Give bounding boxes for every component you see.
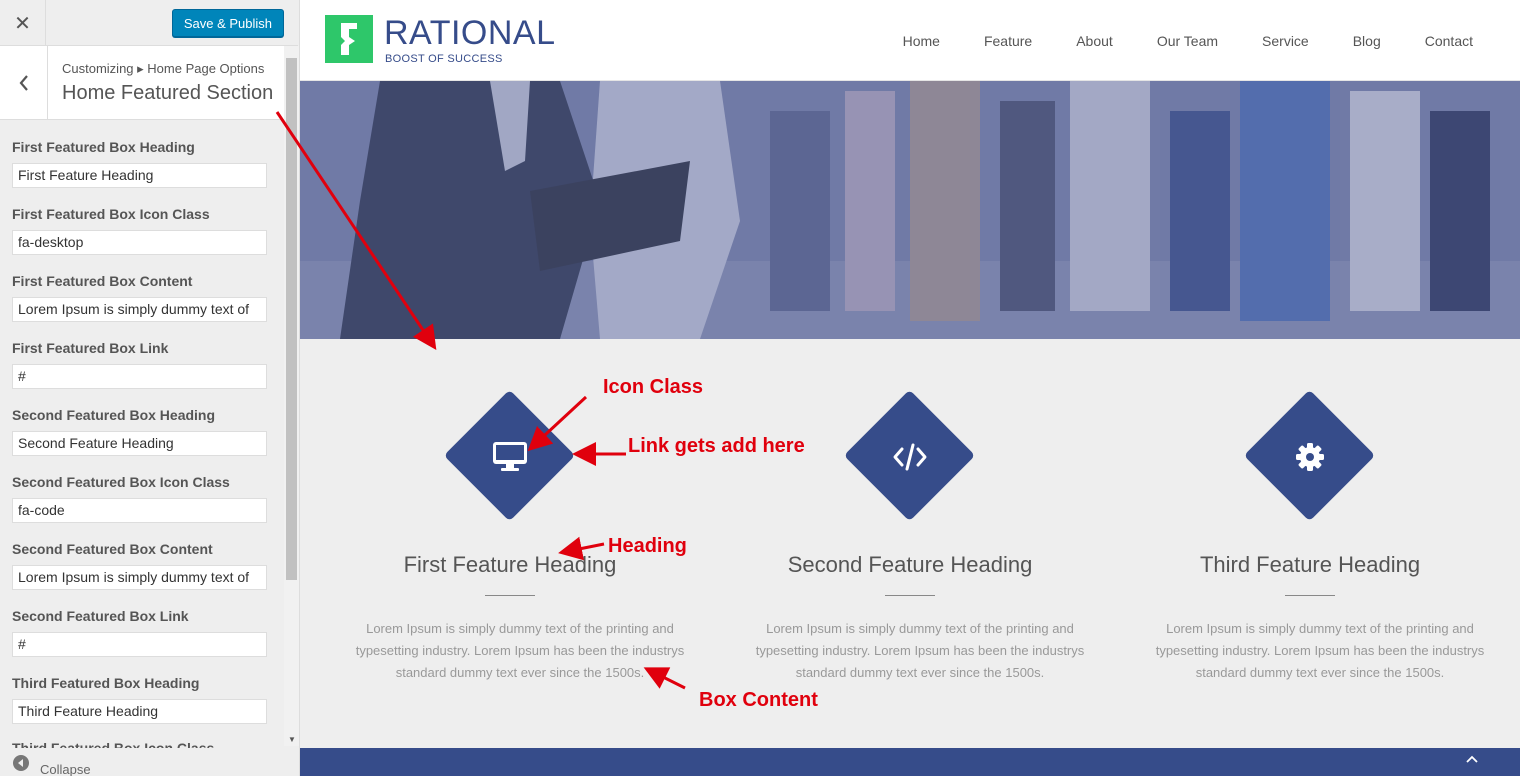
feature-divider	[1285, 595, 1335, 596]
second-link-input[interactable]: #	[12, 632, 267, 657]
control-second-link: Second Featured Box Link #	[12, 608, 268, 675]
first-heading-input[interactable]: First Feature Heading	[12, 163, 267, 188]
second-content-input[interactable]: Lorem Ipsum is simply dummy text of	[12, 565, 267, 590]
scroll-to-top-icon[interactable]	[1466, 754, 1478, 764]
scroll-down-arrow-icon[interactable]: ▼	[288, 735, 296, 744]
hero-overlay	[300, 81, 1520, 339]
customizer-sidebar: ✕ Save & Publish Customizing ▸ Home Page…	[0, 0, 300, 776]
site-header: RATIONAL BOOST OF SUCCESS Home Feature A…	[300, 0, 1520, 81]
logo-name[interactable]: RATIONAL	[384, 14, 556, 53]
annotation-icon-class: Icon Class	[603, 376, 704, 398]
gear-icon	[1296, 443, 1324, 471]
control-first-content: First Featured Box Content Lorem Ipsum i…	[12, 273, 268, 340]
collapse-arrow-icon	[13, 755, 29, 771]
control-label: First Featured Box Heading	[12, 139, 195, 155]
customizer-topbar: ✕ Save & Publish	[0, 0, 298, 46]
third-heading-input[interactable]: Third Feature Heading	[12, 699, 267, 724]
control-label: Second Featured Box Heading	[12, 407, 216, 423]
feature-icon-container	[1110, 437, 1510, 477]
nav-home[interactable]: Home	[903, 33, 940, 49]
back-button[interactable]	[0, 46, 48, 120]
sidebar-scrollbar[interactable]: ▼	[284, 46, 299, 746]
control-second-content: Second Featured Box Content Lorem Ipsum …	[12, 541, 268, 608]
chevron-left-icon	[19, 75, 28, 91]
hero-banner-image	[300, 81, 1520, 339]
control-first-link: First Featured Box Link #	[12, 340, 268, 407]
feature-heading: Second Feature Heading	[787, 552, 1033, 577]
save-publish-button[interactable]: Save & Publish	[171, 9, 284, 37]
control-second-icon-class: Second Featured Box Icon Class fa-code	[12, 474, 268, 541]
collapse-label: Collapse	[40, 762, 91, 776]
scrollbar-thumb[interactable]	[286, 58, 297, 580]
section-header: Customizing ▸ Home Page Options Home Fea…	[0, 46, 284, 120]
first-link-input[interactable]: #	[12, 364, 267, 389]
nav-blog[interactable]: Blog	[1353, 33, 1381, 49]
feature-content: Lorem Ipsum is simply dummy text of the …	[355, 621, 685, 680]
control-first-heading: First Featured Box Heading First Feature…	[12, 139, 268, 206]
feature-divider	[485, 595, 535, 596]
control-first-icon-class: First Featured Box Icon Class fa-desktop	[12, 206, 268, 273]
feature-content: Lorem Ipsum is simply dummy text of the …	[755, 621, 1085, 680]
close-customizer-button[interactable]: ✕	[0, 0, 46, 46]
annotation-link: Link gets add here	[628, 435, 805, 457]
footer-bar	[300, 748, 1520, 776]
feature-content: Lorem Ipsum is simply dummy text of the …	[1155, 621, 1485, 680]
control-label: First Featured Box Content	[12, 273, 193, 289]
nav-our-team[interactable]: Our Team	[1157, 33, 1218, 49]
first-content-input[interactable]: Lorem Ipsum is simply dummy text of	[12, 297, 267, 322]
desktop-icon	[493, 442, 527, 471]
nav-feature[interactable]: Feature	[984, 33, 1032, 49]
second-heading-input[interactable]: Second Feature Heading	[12, 431, 267, 456]
site-preview: RATIONAL BOOST OF SUCCESS Home Feature A…	[300, 0, 1520, 776]
annotation-heading: Heading	[608, 535, 687, 557]
control-label: Second Featured Box Icon Class	[12, 474, 230, 490]
collapse-button[interactable]: Collapse	[0, 748, 298, 776]
feature-heading: Third Feature Heading	[1199, 552, 1421, 577]
control-label: First Featured Box Icon Class	[12, 206, 210, 222]
control-list: First Featured Box Heading First Feature…	[12, 139, 268, 742]
nav-about[interactable]: About	[1076, 33, 1113, 49]
control-label: Third Featured Box Heading	[12, 675, 200, 691]
feature-divider	[885, 595, 935, 596]
code-icon	[893, 443, 927, 471]
control-second-heading: Second Featured Box Heading Second Featu…	[12, 407, 268, 474]
breadcrumb: Customizing ▸ Home Page Options	[62, 61, 265, 76]
logo-icon[interactable]	[325, 15, 373, 63]
featured-section: First Feature Heading Lorem Ipsum is sim…	[300, 339, 1520, 748]
annotation-box-content: Box Content	[699, 689, 818, 711]
control-label: Second Featured Box Link	[12, 608, 189, 624]
main-nav: Home Feature About Our Team Service Blog…	[903, 33, 1473, 49]
logo-tagline: BOOST OF SUCCESS	[385, 53, 503, 65]
control-label: First Featured Box Link	[12, 340, 169, 356]
nav-contact[interactable]: Contact	[1425, 33, 1473, 49]
first-icon-class-input[interactable]: fa-desktop	[12, 230, 267, 255]
close-icon: ✕	[14, 12, 31, 35]
second-icon-class-input[interactable]: fa-code	[12, 498, 267, 523]
control-third-heading: Third Featured Box Heading Third Feature…	[12, 675, 268, 742]
control-label: Second Featured Box Content	[12, 541, 213, 557]
section-title: Home Featured Section	[62, 82, 274, 104]
nav-service[interactable]: Service	[1262, 33, 1309, 49]
